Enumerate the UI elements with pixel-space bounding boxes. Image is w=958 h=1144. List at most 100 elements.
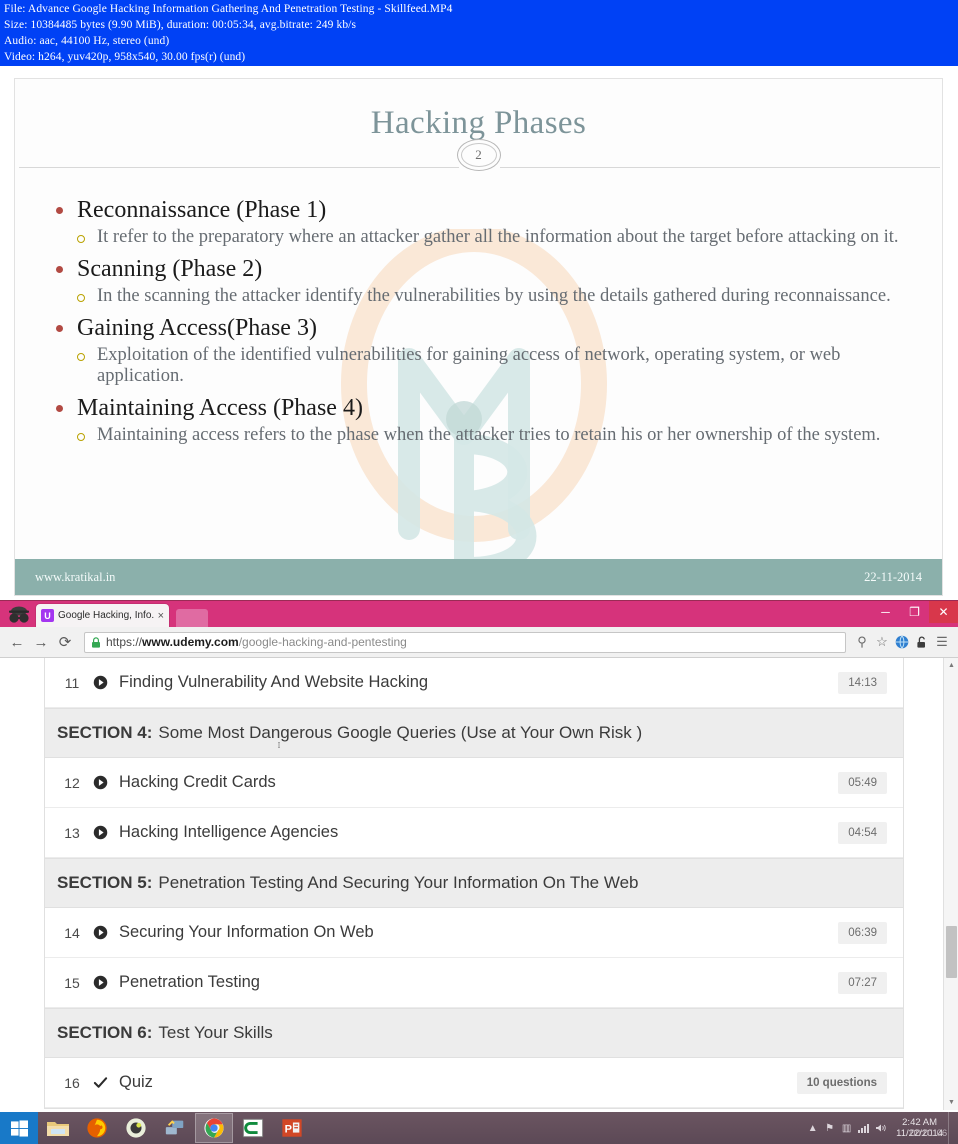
close-button[interactable]: ✕ (929, 601, 958, 623)
bullet-detail-text: In the scanning the attacker identify th… (97, 286, 891, 306)
section-header-row[interactable]: SECTION 5: Penetration Testing And Securi… (45, 858, 903, 908)
url-host: www.udemy.com (142, 635, 239, 649)
lecture-duration: 14:13 (838, 671, 887, 694)
bullet-dot-icon (56, 207, 63, 214)
section-title: Penetration Testing And Securing Your In… (158, 873, 639, 892)
bullet-heading: Maintaining Access (Phase 4) (45, 393, 922, 423)
address-bar[interactable]: https:// www.udemy.com /google-hacking-a… (84, 631, 846, 653)
lecture-row[interactable]: 12 Hacking Credit Cards 05:49 (45, 758, 903, 808)
lecture-row[interactable]: 15 Penetration Testing 07:27 (45, 958, 903, 1008)
check-icon (87, 1075, 113, 1090)
bullet-detail: In the scanning the attacker identify th… (45, 286, 922, 307)
slide-footer-date: 22-11-2014 (864, 569, 922, 584)
show-desktop-button[interactable] (948, 1112, 954, 1144)
chrome-icon (204, 1118, 224, 1138)
lecture-number: 16 (64, 1074, 80, 1091)
screen: File: Advance Google Hacking Information… (0, 0, 958, 1144)
tab-strip: U Google Hacking, Info. Gat × ─ ❐ ✕ (0, 601, 958, 627)
taskbar-file-explorer[interactable] (39, 1113, 77, 1143)
url-path: /google-hacking-and-pentesting (238, 635, 407, 649)
reload-icon[interactable]: ⟳ (54, 631, 76, 653)
lecture-title: Quiz (119, 1073, 153, 1091)
tray-volume-icon[interactable] (872, 1112, 889, 1144)
lecture-number: 11 (64, 674, 80, 691)
bullet-detail: Maintaining access refers to the phase w… (45, 425, 922, 446)
powerpoint-icon: P (282, 1119, 302, 1137)
mediainfo-video: Video: h264, yuv420p, 958x540, 30.00 fps… (4, 51, 246, 63)
scrollbar-thumb[interactable] (946, 926, 957, 978)
bullet-heading-text: Reconnaissance (Phase 1) (77, 197, 327, 223)
mediainfo-banner: File: Advance Google Hacking Information… (0, 0, 958, 66)
tab-title: Google Hacking, Info. Gat (58, 610, 155, 621)
taskbar-firefox[interactable] (78, 1113, 116, 1143)
taskbar-clock[interactable]: 2:42 AM 11/22/2014 00:01:06 (889, 1117, 948, 1139)
slide-footer: www.kratikal.in 22-11-2014 (15, 559, 942, 595)
section-label: SECTION 4: (57, 723, 153, 742)
globe-icon[interactable] (892, 632, 912, 652)
bullet-detail: It refer to the preparatory where an att… (45, 227, 922, 248)
taskbar-media-player[interactable] (117, 1113, 155, 1143)
system-tray: ▲ ⚑ ▥ 2:42 AM 11/22/2014 00:01:06 (804, 1112, 958, 1144)
minimize-button[interactable]: ─ (871, 601, 900, 623)
lecture-row[interactable]: 16 Quiz 10 questions (45, 1058, 903, 1108)
mediainfo-file: File: Advance Google Hacking Information… (4, 3, 453, 15)
taskbar-camtasia[interactable] (234, 1113, 272, 1143)
sub-bullet-circle-icon (77, 353, 85, 361)
bullet-detail-text: Exploitation of the identified vulnerabi… (97, 345, 841, 386)
lecture-duration: 06:39 (838, 921, 887, 944)
bullet-heading: Gaining Access(Phase 3) (45, 313, 922, 343)
folder-icon (47, 1122, 69, 1136)
tray-network-icon[interactable] (855, 1112, 872, 1144)
tray-flag-icon[interactable]: ⚑ (821, 1112, 838, 1144)
forward-icon[interactable]: → (30, 631, 52, 653)
slide-title: Hacking Phases (370, 105, 587, 141)
scroll-up-arrow[interactable]: ▲ (944, 658, 958, 673)
bullet-detail-text: It refer to the preparatory where an att… (97, 227, 899, 247)
taskbar-google-chrome[interactable] (195, 1113, 233, 1143)
lecture-title: Finding Vulnerability And Website Hackin… (119, 673, 429, 691)
lecture-row[interactable]: 11 Finding Vulnerability And Website Hack… (45, 658, 903, 708)
camtasia-icon (242, 1118, 264, 1138)
chrome-menu-icon[interactable]: ☰ (932, 632, 952, 652)
start-button[interactable] (0, 1112, 38, 1144)
maximize-button[interactable]: ❐ (900, 601, 929, 623)
lecture-title: Securing Your Information On Web (119, 923, 374, 941)
lecture-row[interactable]: 13 Hacking Intelligence Agencies 04:54 (45, 808, 903, 858)
page-scrollbar[interactable]: ▲ ▼ (943, 658, 958, 1110)
new-tab-button[interactable] (176, 609, 208, 627)
scroll-down-arrow[interactable]: ▼ (944, 1095, 958, 1110)
windows-taskbar: P ▲ ⚑ ▥ 2:42 AM 11/22/2014 00:01:06 (0, 1112, 958, 1144)
media-player-icon (126, 1118, 146, 1138)
tray-battery-icon[interactable]: ▥ (838, 1112, 855, 1144)
udemy-favicon: U (41, 609, 54, 622)
back-icon[interactable]: ← (6, 631, 28, 653)
course-curriculum-list: 11 Finding Vulnerability And Website Hack… (44, 658, 904, 1109)
mediainfo-audio: Audio: aac, 44100 Hz, stereo (und) (4, 35, 170, 47)
browser-tab[interactable]: U Google Hacking, Info. Gat × (36, 604, 169, 627)
chrome-browser-window: U Google Hacking, Info. Gat × ─ ❐ ✕ ← → … (0, 600, 958, 1112)
bullet-dot-icon (56, 325, 63, 332)
section-header-row[interactable]: SECTION 4: Some Most Dangerous Google Que… (45, 708, 903, 758)
slide-page-badge: 2 (456, 139, 501, 171)
section-header-row[interactable]: SECTION 6: Test Your Skills (45, 1008, 903, 1058)
tab-close-icon[interactable]: × (158, 610, 164, 622)
unlock-icon[interactable] (912, 632, 932, 652)
tray-chevron-icon[interactable]: ▲ (804, 1112, 821, 1144)
video-frame: Hacking Phases 2 Reconnaissance (Phase 1… (0, 66, 958, 609)
play-icon (87, 925, 113, 940)
lecture-title: Hacking Intelligence Agencies (119, 823, 339, 841)
bullet-detail-text: Maintaining access refers to the phase w… (97, 425, 881, 445)
zoom-icon[interactable]: ⚲ (852, 632, 872, 652)
bookmark-star-icon[interactable]: ☆ (872, 632, 892, 652)
taskbar-remote-connection[interactable] (156, 1113, 194, 1143)
play-icon (87, 975, 113, 990)
lecture-duration: 04:54 (838, 821, 887, 844)
lecture-number: 14 (64, 924, 80, 941)
lecture-row[interactable]: 14 Securing Your Information On Web 06:39 (45, 908, 903, 958)
bullet-detail: Exploitation of the identified vulnerabi… (45, 345, 922, 387)
taskbar-powerpoint[interactable]: P (273, 1113, 311, 1143)
bullet-heading-text: Maintaining Access (Phase 4) (77, 395, 363, 421)
bullet-heading: Scanning (Phase 2) (45, 254, 922, 284)
section-title: Test Your Skills (158, 1023, 273, 1042)
svg-text:P: P (285, 1124, 292, 1136)
